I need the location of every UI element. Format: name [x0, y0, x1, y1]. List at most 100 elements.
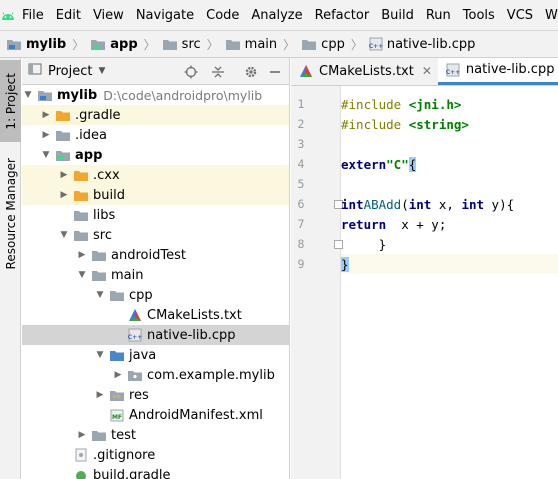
- tree-row-idea[interactable]: ▶ .idea: [22, 125, 289, 145]
- module-folder-icon: [55, 147, 71, 163]
- menu-code[interactable]: Code: [200, 8, 245, 23]
- tab-native-lib[interactable]: C++ native-lib.cpp ✕: [437, 58, 558, 85]
- cpp-file-icon: C++: [127, 327, 143, 343]
- chevron-right-icon: 〉: [206, 37, 219, 52]
- tree-row-build-gradle[interactable]: build.gradle: [22, 465, 289, 479]
- tab-resource-manager[interactable]: Resource Manager: [0, 150, 21, 278]
- tree-row-app[interactable]: ▼ app: [22, 145, 289, 165]
- tree-row-build[interactable]: ▶ build: [22, 185, 289, 205]
- chevron-right-icon[interactable]: ▶: [94, 385, 106, 405]
- chevron-down-icon[interactable]: ▼: [98, 66, 105, 76]
- folder-icon: [73, 187, 89, 203]
- tree-label: native-lib.cpp: [147, 327, 236, 343]
- chevron-down-icon[interactable]: ▼: [22, 85, 34, 105]
- breadcrumb-label: src: [181, 36, 201, 52]
- module-folder-icon: [6, 37, 22, 51]
- tree-row-main[interactable]: ▼ main: [22, 265, 289, 285]
- breadcrumb: mylib 〉 app 〉 src 〉 main 〉 cpp 〉 C++ nat…: [0, 30, 558, 58]
- tree-row-libs[interactable]: libs: [22, 205, 289, 225]
- tree-row-cxx[interactable]: ▶ .cxx: [22, 165, 289, 185]
- code-line: #include <jni.h>: [341, 96, 462, 112]
- chevron-right-icon[interactable]: ▶: [58, 185, 70, 205]
- source-folder-icon: [109, 347, 125, 363]
- module-folder-icon: [37, 87, 53, 103]
- collapse-all-icon[interactable]: [209, 63, 227, 81]
- menu-vcs[interactable]: VCS: [501, 8, 539, 23]
- tree-label: com.example.mylib: [147, 367, 275, 383]
- resource-folder-icon: [109, 387, 125, 403]
- gear-icon[interactable]: [242, 63, 260, 81]
- breadcrumb-item-main[interactable]: main: [225, 37, 277, 52]
- gradle-file-icon: [73, 467, 89, 479]
- code-line: return x + y;: [341, 216, 447, 232]
- menu-refactor[interactable]: Refactor: [309, 8, 376, 23]
- code-line: int ABAdd(int x, int y){: [341, 196, 515, 212]
- chevron-down-icon[interactable]: ▼: [40, 145, 52, 165]
- package-icon: [127, 367, 143, 383]
- code-line: extern "C" {: [341, 156, 417, 172]
- tree-row-test[interactable]: ▶ test: [22, 425, 289, 445]
- tree-row-native-lib[interactable]: C++ native-lib.cpp: [22, 325, 289, 345]
- tree-row-gradle-dir[interactable]: ▶ .gradle: [22, 105, 289, 125]
- manifest-file-icon: MF: [109, 407, 125, 423]
- breadcrumb-label: cpp: [321, 36, 345, 52]
- breadcrumb-label: main: [244, 36, 278, 52]
- breadcrumb-item-app[interactable]: app: [90, 37, 138, 52]
- menu-navigate[interactable]: Navigate: [130, 8, 200, 23]
- gitignore-file-icon: [73, 447, 89, 463]
- menu-file[interactable]: File: [16, 8, 50, 23]
- code-editor: CMakeLists.txt ✕ C++ native-lib.cpp ✕ 1 …: [291, 58, 558, 479]
- code-area[interactable]: #include <jni.h> #include <string> exter…: [341, 86, 558, 479]
- folder-icon: [109, 287, 125, 303]
- chevron-right-icon[interactable]: ▶: [112, 365, 124, 385]
- menu-view[interactable]: View: [87, 8, 130, 23]
- tree-row-package[interactable]: ▶ com.example.mylib: [22, 365, 289, 385]
- tree-label: test: [111, 427, 136, 443]
- tree-row-cmakelists[interactable]: CMakeLists.txt: [22, 305, 289, 325]
- breadcrumb-item-src[interactable]: src: [162, 37, 201, 52]
- breadcrumb-label: mylib: [26, 36, 67, 52]
- chevron-down-icon[interactable]: ▼: [58, 225, 70, 245]
- svg-text:C++: C++: [369, 43, 383, 50]
- breadcrumb-item-mylib[interactable]: mylib: [6, 37, 66, 52]
- tree-row-gitignore[interactable]: .gitignore: [22, 445, 289, 465]
- chevron-right-icon[interactable]: ▶: [40, 105, 52, 125]
- tree-row-cpp[interactable]: ▼ cpp: [22, 285, 289, 305]
- chevron-down-icon[interactable]: ▼: [94, 285, 106, 305]
- minimize-icon[interactable]: [266, 63, 284, 81]
- tree-label: src: [93, 227, 112, 243]
- folder-icon: [91, 427, 107, 443]
- breadcrumb-item-cpp[interactable]: cpp: [301, 37, 345, 52]
- breadcrumb-item-native-lib[interactable]: C++ native-lib.cpp: [369, 37, 476, 52]
- locate-file-icon[interactable]: [182, 63, 200, 81]
- chevron-down-icon[interactable]: ▼: [94, 345, 106, 365]
- menu-run[interactable]: Run: [420, 8, 457, 23]
- tree-label: .cxx: [93, 167, 120, 183]
- menu-window[interactable]: Window: [539, 8, 558, 23]
- tree-row-src[interactable]: ▼ src: [22, 225, 289, 245]
- tree-row-res[interactable]: ▶ res: [22, 385, 289, 405]
- menu-tools[interactable]: Tools: [457, 8, 501, 23]
- tree-label: .idea: [75, 127, 107, 143]
- cpp-file-icon: C++: [369, 37, 383, 51]
- project-view-selector[interactable]: Project: [48, 64, 92, 79]
- tab-cmakelists[interactable]: CMakeLists.txt ✕: [291, 58, 438, 85]
- chevron-right-icon[interactable]: ▶: [76, 245, 88, 265]
- menu-build[interactable]: Build: [375, 8, 420, 23]
- menu-analyze[interactable]: Analyze: [245, 8, 308, 23]
- tab-project-toolwindow[interactable]: 1: Project: [0, 60, 21, 142]
- tree-row-manifest[interactable]: MF AndroidManifest.xml: [22, 405, 289, 425]
- tree-row-java[interactable]: ▼ java: [22, 345, 289, 365]
- chevron-right-icon: 〉: [283, 37, 296, 52]
- code-line: #include <string>: [341, 116, 469, 132]
- editor-tabs: CMakeLists.txt ✕ C++ native-lib.cpp ✕: [291, 58, 558, 86]
- tree-row-androidtest[interactable]: ▶ androidTest: [22, 245, 289, 265]
- menu-edit[interactable]: Edit: [50, 8, 87, 23]
- tree-row-mylib[interactable]: ▼ mylib D:\code\androidpro\mylib: [22, 85, 289, 105]
- close-icon[interactable]: ✕: [422, 64, 432, 78]
- chevron-right-icon[interactable]: ▶: [76, 425, 88, 445]
- chevron-right-icon[interactable]: ▶: [58, 165, 70, 185]
- folder-icon: [73, 167, 89, 183]
- chevron-down-icon[interactable]: ▼: [76, 265, 88, 285]
- chevron-right-icon[interactable]: ▶: [40, 125, 52, 145]
